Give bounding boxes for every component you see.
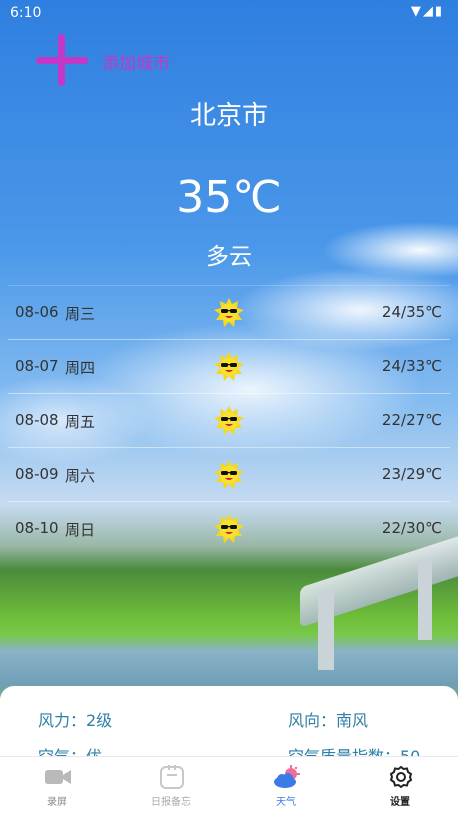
guardrail-post: [318, 590, 334, 670]
forecast-temp-range: 24/33℃: [381, 357, 442, 375]
current-temperature: 35℃: [176, 172, 282, 223]
forecast-list: 08-06 周三 24/35℃ 08-07 周四 24/33℃ 08-08 周五: [0, 285, 458, 555]
sunglasses-sun-icon: [214, 406, 244, 435]
forecast-date: 08-08: [15, 411, 59, 429]
current-condition: 多云: [206, 244, 252, 270]
forecast-date: 08-09: [15, 465, 59, 483]
status-time: 6:10: [10, 5, 42, 21]
weather-details-panel[interactable]: 风力：2级 风向：南风 空气：优 空气质量指数：50: [0, 686, 458, 756]
sunglasses-sun-icon: [214, 460, 244, 489]
tab-daily-memo[interactable]: 日报备忘: [114, 757, 228, 815]
forecast-row[interactable]: 08-06 周三 24/35℃: [8, 285, 450, 340]
sunglasses-sun-icon: [214, 298, 244, 327]
forecast-day: 周五: [65, 413, 96, 431]
wind-direction: 风向：南风: [288, 711, 369, 730]
video-icon: [45, 770, 71, 784]
aqi-value: 空气质量指数：50: [288, 743, 420, 756]
tab-label: 日报备忘: [151, 797, 191, 808]
tab-settings[interactable]: 设置: [343, 757, 457, 815]
tab-label: 天气: [276, 797, 296, 808]
status-icons: ▼◢▮: [410, 4, 444, 19]
forecast-temp-range: 22/27℃: [381, 411, 442, 429]
guardrail-post: [418, 560, 432, 640]
sunglasses-sun-icon: [214, 352, 244, 381]
wind-level: 风力：2级: [38, 711, 113, 730]
city-name: 北京市: [189, 101, 268, 131]
sunglasses-sun-icon: [214, 514, 244, 543]
forecast-row[interactable]: 08-07 周四 24/33℃: [8, 340, 450, 394]
forecast-row[interactable]: 08-10 周日 22/30℃: [8, 502, 450, 555]
forecast-date: 08-10: [15, 519, 59, 537]
forecast-day: 周四: [65, 359, 96, 377]
tab-weather[interactable]: 天气: [229, 757, 343, 815]
forecast-day: 周三: [65, 305, 96, 323]
forecast-row[interactable]: 08-09 周六 23/29℃: [8, 448, 450, 502]
forecast-temp-range: 22/30℃: [381, 519, 442, 537]
add-city-plus-icon[interactable]: [36, 34, 88, 86]
forecast-temp-range: 24/35℃: [381, 303, 442, 321]
air-quality: 空气：优: [38, 743, 102, 756]
bottom-tab-bar: 录屏 日报备忘 天气 设置: [0, 756, 458, 815]
status-bar: 6:10 ▼◢▮: [0, 0, 458, 26]
tab-label: 设置: [390, 797, 410, 808]
tab-screen-record[interactable]: 录屏: [0, 757, 114, 815]
forecast-row[interactable]: 08-08 周五 22/27℃: [8, 394, 450, 448]
forecast-temp-range: 23/29℃: [381, 465, 442, 483]
gear-icon: [389, 765, 413, 789]
forecast-date: 08-07: [15, 357, 59, 375]
forecast-day: 周六: [65, 467, 96, 485]
add-city-button[interactable]: 添加城市: [102, 49, 170, 74]
forecast-day: 周日: [65, 521, 96, 539]
tab-label: 录屏: [47, 797, 67, 808]
notepad-icon: [160, 765, 184, 789]
forecast-date: 08-06: [15, 303, 59, 321]
weather-icon: [274, 765, 300, 788]
